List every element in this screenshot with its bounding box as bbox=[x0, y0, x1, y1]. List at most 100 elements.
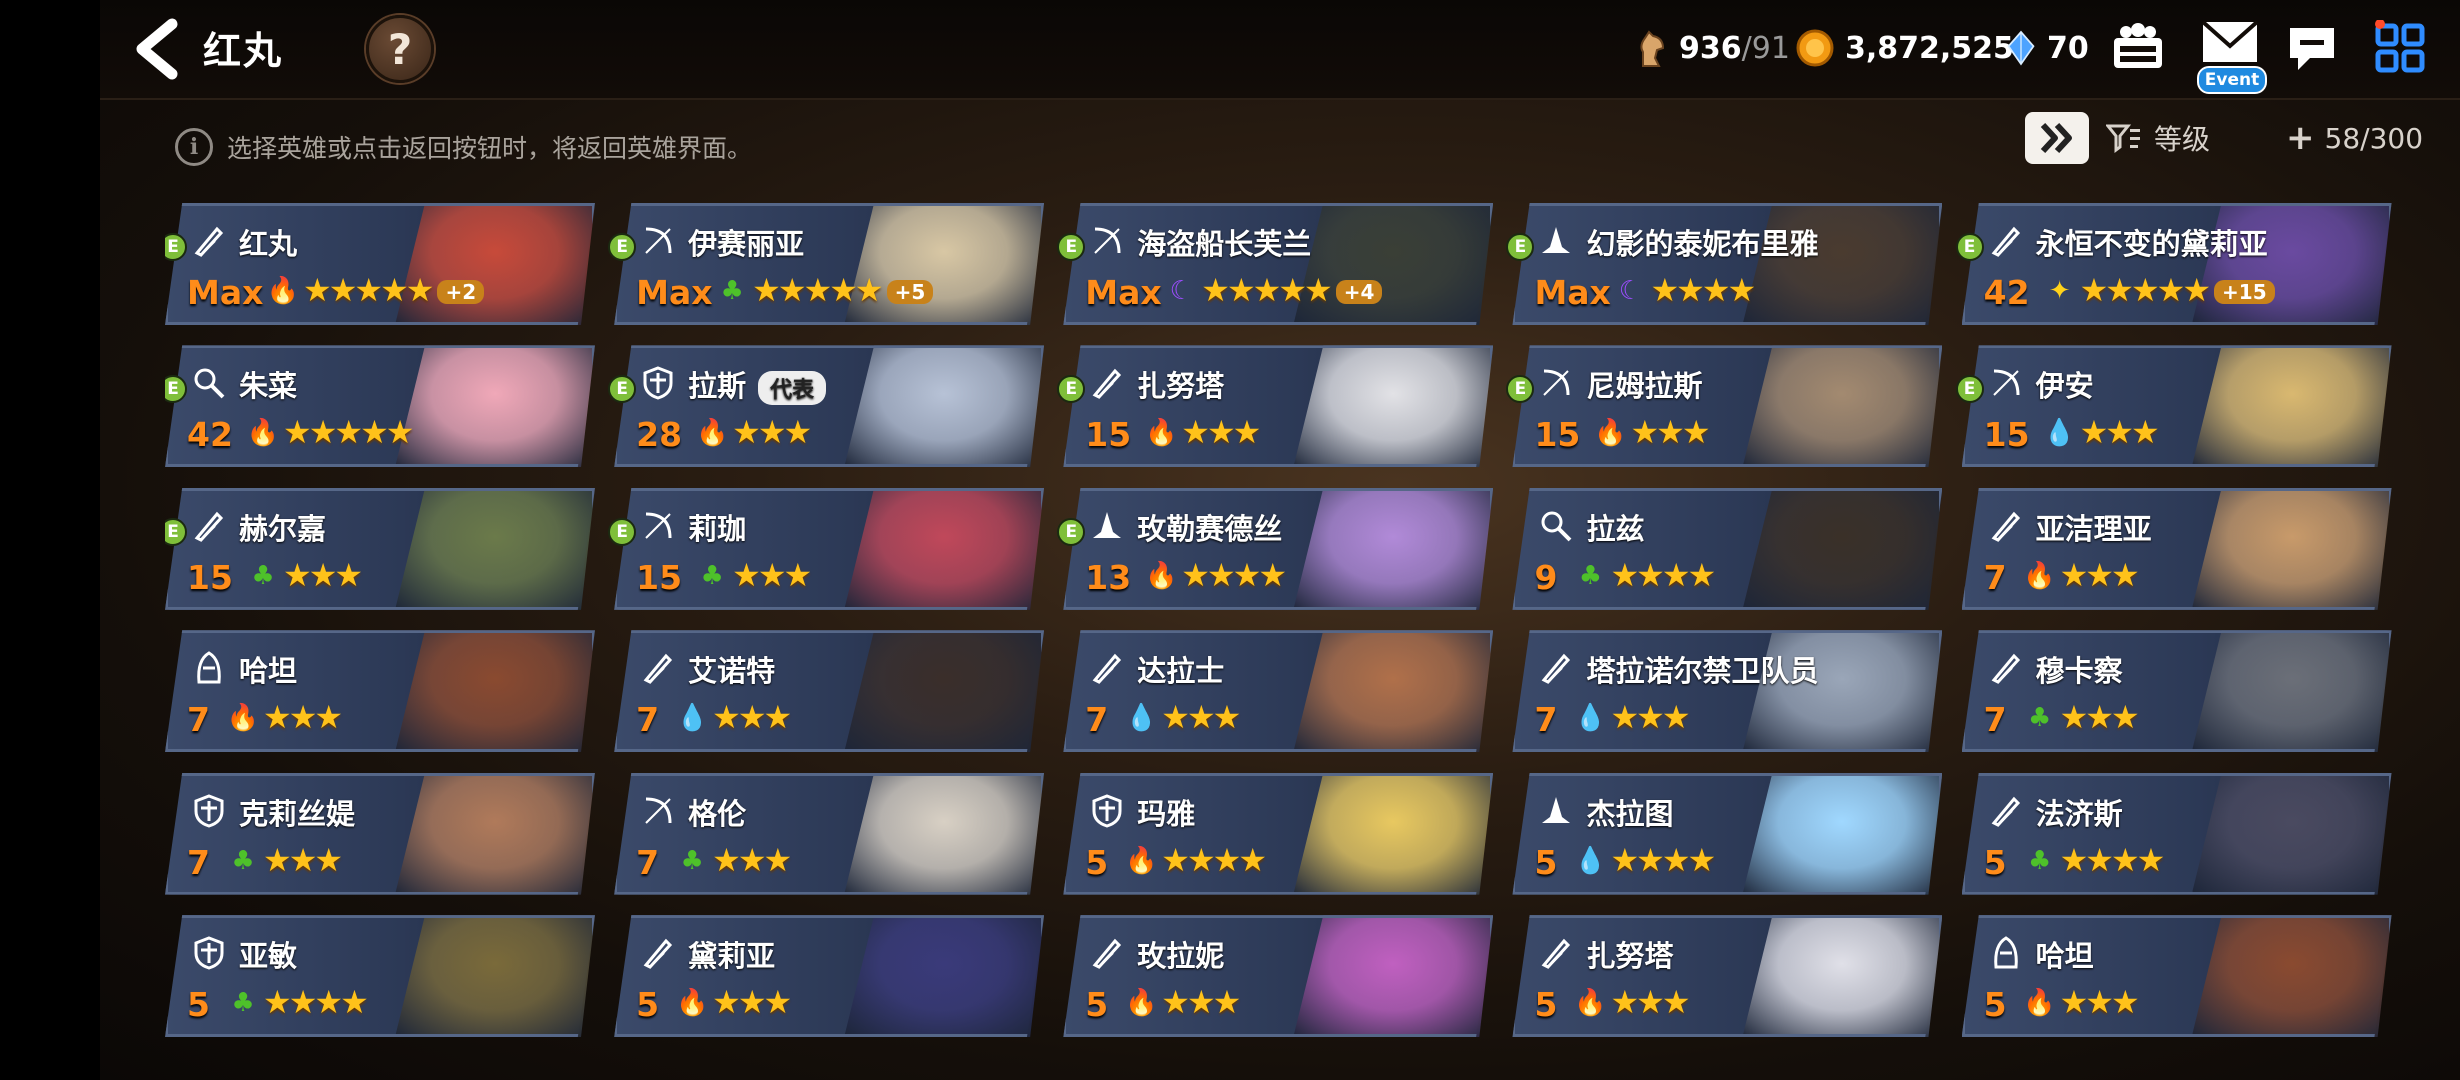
sword-class-icon bbox=[638, 648, 678, 688]
party-button[interactable] bbox=[2108, 20, 2168, 76]
hero-name: 幻影的泰妮布里雅 bbox=[1586, 221, 1818, 263]
star-rating: ★★★★ bbox=[1610, 556, 1716, 594]
crystal-counter[interactable]: 70 bbox=[2005, 28, 2089, 68]
hero-card[interactable]: 艾诺特 7 💧 ★★★ bbox=[614, 630, 1045, 753]
stars: ★★★ bbox=[283, 555, 363, 594]
hero-card[interactable]: E 海盗船长芙兰 Max ☾ ★★★★★ +4 bbox=[1057, 203, 1494, 325]
hero-name-text: 尼姆拉斯 bbox=[1586, 369, 1703, 404]
gold-counter[interactable]: 3,872,525 bbox=[1795, 28, 2014, 68]
hero-name-text: 扎努塔 bbox=[1137, 369, 1225, 404]
hero-level: 15 bbox=[187, 557, 233, 597]
notice-text: 选择英雄或点击返回按钮时，将返回英雄界面。 bbox=[227, 134, 753, 163]
hero-card[interactable]: 哈坦 5 🔥 ★★★ bbox=[1961, 915, 2392, 1038]
star-rating: ★★★★★ +5 bbox=[752, 271, 934, 309]
hero-card[interactable]: E 拉斯 代表 28 🔥 ★★★ bbox=[608, 345, 1045, 468]
stars: ★★★ bbox=[712, 983, 792, 1022]
hero-name-text: 塔拉诺尔禁卫队员 bbox=[1586, 654, 1819, 689]
mail-button[interactable]: Event bbox=[2195, 18, 2267, 98]
stars: ★★★ bbox=[1630, 413, 1710, 452]
hero-name: 玫拉妮 bbox=[1137, 933, 1224, 975]
notice: i 选择英雄或点击返回按钮时，将返回英雄界面。 bbox=[175, 128, 752, 166]
party-icon bbox=[2114, 23, 2162, 68]
hero-name: 黛莉亚 bbox=[688, 933, 775, 975]
star-rating: ★★★ bbox=[1161, 698, 1241, 736]
hero-name-text: 克莉丝媞 bbox=[239, 796, 356, 831]
star-rating: ★★★★★ +2 bbox=[303, 271, 485, 309]
stars: ★★★ bbox=[2059, 983, 2140, 1022]
hero-count[interactable]: + 58/300 bbox=[2286, 118, 2423, 158]
hero-card[interactable]: E 莉珈 15 ♣ ★★★ bbox=[608, 487, 1045, 610]
hero-level: Max bbox=[636, 273, 713, 312]
dark-icon: ☾ bbox=[1169, 276, 1193, 306]
hero-card[interactable]: 格伦 7 ♣ ★★★ bbox=[614, 772, 1045, 895]
hero-card[interactable]: 杰拉图 5 💧 ★★★★ bbox=[1512, 772, 1943, 895]
hero-card[interactable]: 穆卡察 7 ♣ ★★★ bbox=[1961, 630, 2392, 753]
tree-icon: ♣ bbox=[1578, 560, 1603, 591]
fire-icon: 🔥 bbox=[1594, 418, 1627, 449]
hero-card[interactable]: E 红丸 Max 🔥 ★★★★★ +2 bbox=[165, 203, 595, 325]
chevron-left-icon bbox=[136, 18, 178, 80]
stars: ★★★★★ bbox=[752, 271, 883, 309]
sword-class-icon bbox=[1986, 791, 2026, 831]
hero-card[interactable]: 拉兹 9 ♣ ★★★★ bbox=[1512, 487, 1943, 610]
hero-card[interactable]: E 永恒不变的黛莉亚 42 ✦ ★★★★★ +15 bbox=[1955, 203, 2392, 325]
hero-name-text: 杰拉图 bbox=[1586, 796, 1674, 831]
hero-name-text: 莉珈 bbox=[688, 511, 747, 546]
chat-button[interactable] bbox=[2282, 20, 2342, 76]
fire-icon: 🔥 bbox=[1574, 988, 1607, 1019]
hero-card[interactable]: E 幻影的泰妮布里雅 Max ☾ ★★★★ bbox=[1506, 203, 1943, 325]
sword-class-icon bbox=[1087, 648, 1127, 688]
hero-card[interactable]: E 尼姆拉斯 15 🔥 ★★★ bbox=[1506, 345, 1943, 468]
star-rating: ★★★ bbox=[712, 840, 792, 879]
hero-level: Max bbox=[187, 273, 264, 312]
hero-card[interactable]: 克莉丝媞 7 ♣ ★★★ bbox=[165, 772, 595, 895]
fire-icon: 🔥 bbox=[1125, 845, 1158, 876]
hero-card[interactable]: 塔拉诺尔禁卫队员 7 💧 ★★★ bbox=[1512, 630, 1943, 753]
hero-card[interactable]: 亚洁理亚 7 🔥 ★★★ bbox=[1961, 487, 2392, 610]
stars: ★★★ bbox=[1610, 983, 1690, 1022]
hero-card[interactable]: 法济斯 5 ♣ ★★★★ bbox=[1961, 772, 2392, 895]
hero-name: 朱菜 bbox=[239, 363, 297, 405]
water-icon: 💧 bbox=[1574, 703, 1607, 734]
equipment-badge: E bbox=[1955, 375, 1984, 404]
hero-name: 亚敏 bbox=[239, 933, 297, 975]
stars: ★★★ bbox=[712, 840, 792, 879]
hero-card[interactable]: E 伊安 15 💧 ★★★ bbox=[1955, 345, 2392, 468]
fast-forward-button[interactable] bbox=[2025, 112, 2089, 164]
menu-button[interactable] bbox=[2370, 19, 2430, 76]
tree-icon: ♣ bbox=[231, 845, 255, 876]
hero-card[interactable]: 玛雅 5 🔥 ★★★★ bbox=[1063, 772, 1494, 895]
hero-level: 28 bbox=[636, 415, 683, 455]
stars: ★★★ bbox=[2059, 555, 2140, 594]
hero-card[interactable]: 哈坦 7 🔥 ★★★ bbox=[165, 630, 595, 753]
hero-name-text: 海盗船长芙兰 bbox=[1137, 227, 1312, 261]
tree-icon: ♣ bbox=[251, 560, 275, 591]
fire-icon: 🔥 bbox=[2023, 560, 2056, 591]
help-button[interactable]: ? bbox=[366, 15, 434, 83]
back-button[interactable] bbox=[130, 18, 185, 80]
star-rating: ★★★ bbox=[263, 841, 343, 879]
hero-level: 7 bbox=[636, 700, 660, 740]
hero-name: 玫勒赛德丝 bbox=[1137, 506, 1282, 548]
hero-name-text: 哈坦 bbox=[2035, 939, 2094, 974]
stamina-counter[interactable]: 936 /91 bbox=[1633, 28, 1790, 68]
hero-card[interactable]: 达拉士 7 💧 ★★★ bbox=[1063, 630, 1494, 753]
hero-card[interactable]: E 玫勒赛德丝 13 🔥 ★★★★ bbox=[1057, 487, 1494, 610]
hero-card[interactable]: 黛莉亚 5 🔥 ★★★ bbox=[614, 915, 1045, 1038]
hero-name: 扎努塔 bbox=[1137, 363, 1224, 405]
hero-name-text: 法济斯 bbox=[2035, 796, 2123, 831]
hero-card[interactable]: E 扎努塔 15 🔥 ★★★ bbox=[1057, 345, 1494, 468]
stars: ★★★★★ bbox=[2079, 271, 2211, 309]
stars: ★★★ bbox=[2079, 413, 2160, 452]
hero-card[interactable]: 玫拉妮 5 🔥 ★★★ bbox=[1063, 915, 1494, 1038]
question-icon: ? bbox=[387, 24, 413, 74]
hero-card[interactable]: E 朱菜 42 🔥 ★★★★★ bbox=[165, 345, 595, 468]
hero-card[interactable]: E 伊赛丽亚 Max ♣ ★★★★★ +5 bbox=[608, 203, 1045, 325]
plus-icon: + bbox=[2286, 118, 2315, 158]
sort-button[interactable]: 等级 bbox=[2106, 118, 2210, 158]
fire-icon: 🔥 bbox=[1125, 988, 1158, 1019]
hero-card[interactable]: 亚敏 5 ♣ ★★★★ bbox=[165, 915, 595, 1038]
hero-card[interactable]: 扎努塔 5 🔥 ★★★ bbox=[1512, 915, 1943, 1038]
stars: ★★★ bbox=[1161, 983, 1241, 1022]
hero-card[interactable]: E 赫尔嘉 15 ♣ ★★★ bbox=[165, 487, 595, 610]
